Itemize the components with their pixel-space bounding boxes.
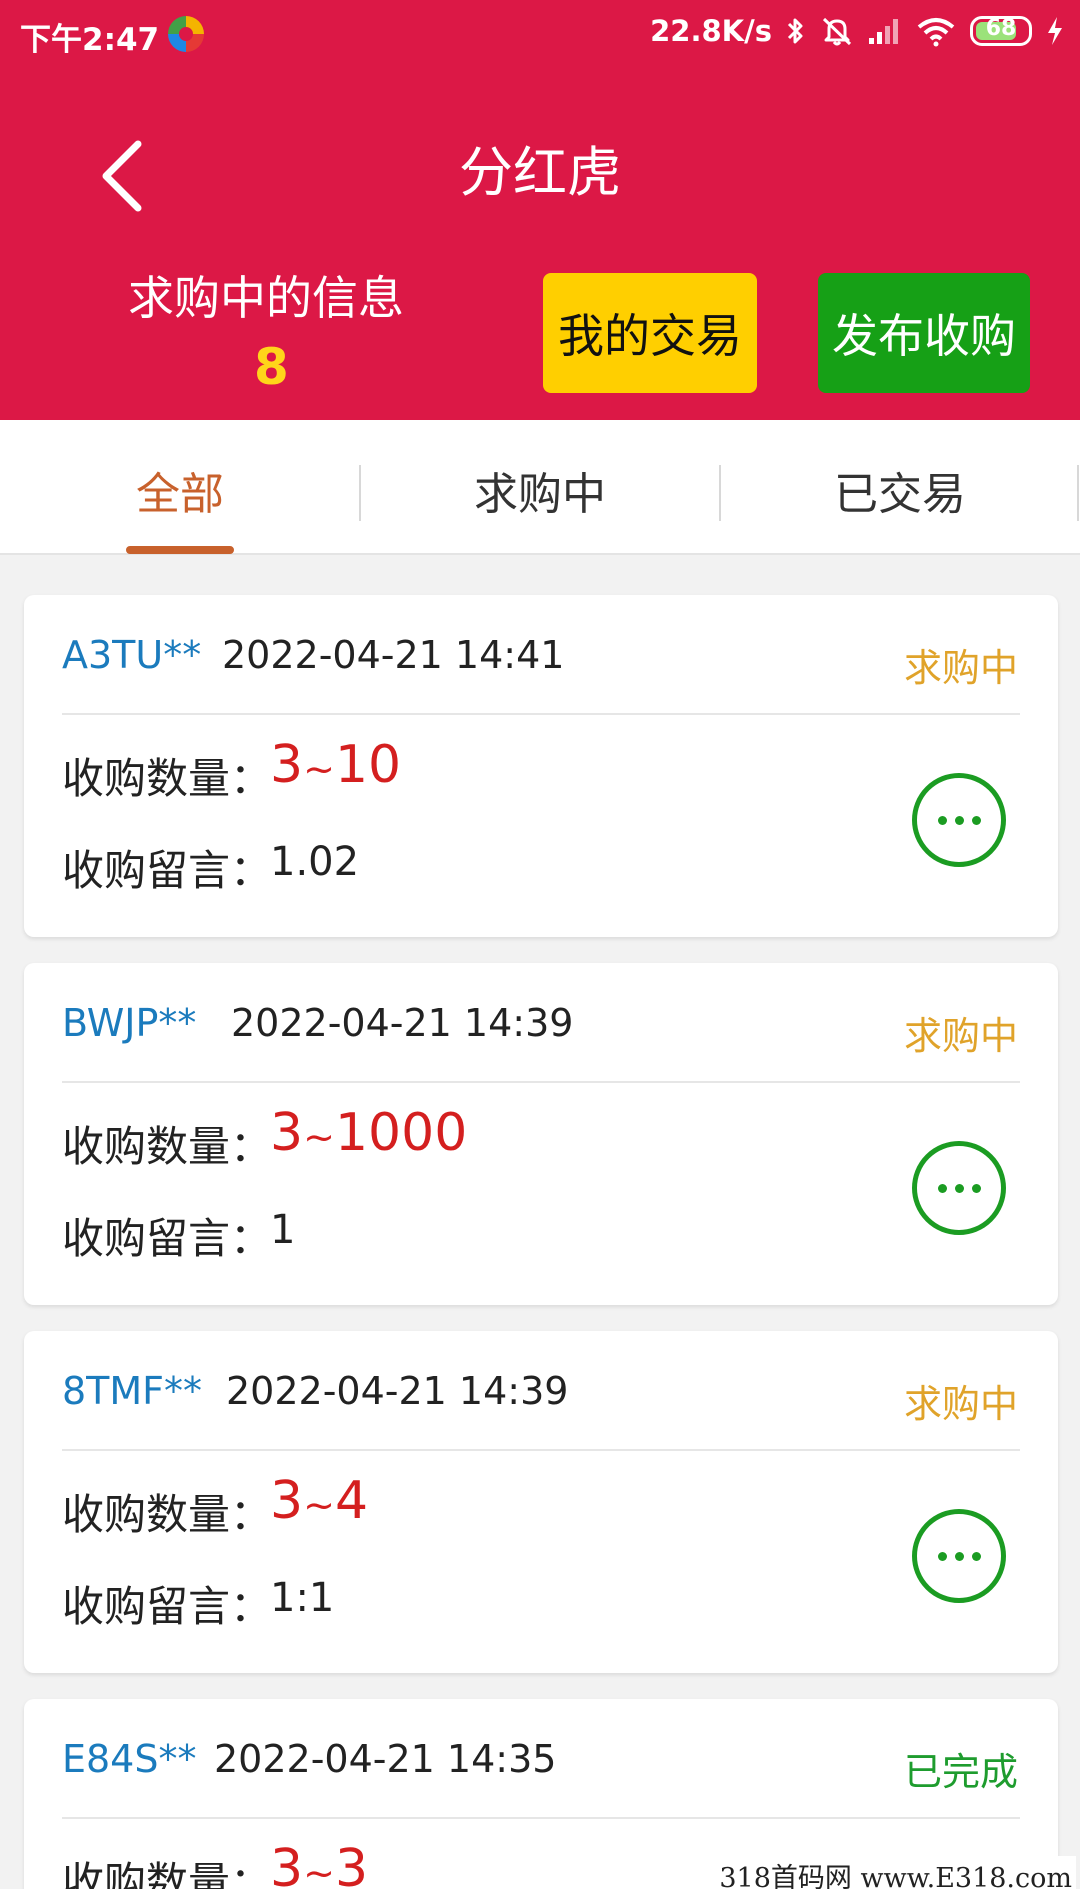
battery-percent: 68 [985,16,1017,41]
network-speed: 22.8K/s [650,14,772,48]
order-username: E84S** [62,1737,197,1781]
order-time: 2022-04-21 14:39 [226,1369,569,1413]
order-username: BWJP** [62,1001,197,1045]
order-status: 求购中 [903,1382,1018,1426]
more-icon-dot [937,1183,947,1193]
quantity-max: 10 [334,735,402,795]
message-value: 1.02 [270,839,360,885]
app-header: 下午2:47 22.8K/s 68 分红虎 求购中的信息 8 我的交易 发布收购 [0,0,1080,420]
order-time: 2022-04-21 14:35 [214,1737,557,1781]
quantity-label: 收购数量： [62,1490,273,1539]
card-divider [62,1081,1020,1083]
tab-traded[interactable]: 已交易 [720,458,1080,522]
wifi-icon [917,18,955,47]
charging-icon [1048,17,1062,45]
order-time: 2022-04-21 14:41 [222,633,565,677]
quantity-max: 4 [334,1471,369,1531]
quantity-max: 1000 [334,1103,468,1163]
status-right-group: 22.8K/s 68 [650,14,1064,48]
more-icon-dot [954,1551,964,1561]
order-time: 2022-04-21 14:39 [231,1001,574,1045]
tab-divider [1077,465,1079,521]
quantity-label: 收购数量： [62,754,273,803]
more-icon-dot [954,1183,964,1193]
site-watermark: 318首码网 www.E318.com [715,1856,1076,1889]
message-label: 收购留言： [62,1582,273,1631]
more-icon-dot [971,1551,981,1561]
quantity-max: 3 [334,1839,369,1889]
quantity-min: 3 [270,735,304,795]
status-time: 下午2:47 [20,22,160,58]
card-divider [62,1449,1020,1451]
my-trades-button[interactable]: 我的交易 [543,273,757,393]
more-icon-dot [937,815,947,825]
order-card[interactable]: BWJP** 2022-04-21 14:39 求购中 收购数量： 3~1000… [24,963,1058,1305]
card-divider [62,1817,1020,1819]
more-options-button[interactable] [912,1141,1006,1235]
status-bar: 下午2:47 22.8K/s 68 [0,0,1080,72]
order-username: 8TMF** [62,1369,203,1413]
quantity-value: 3~10 [270,735,401,795]
app-icon [168,16,204,52]
quantity-separator: ~ [303,747,335,791]
more-options-button[interactable] [912,1509,1006,1603]
more-icon-dot [954,815,964,825]
order-status: 已完成 [903,1750,1018,1794]
quantity-separator: ~ [303,1483,335,1527]
order-status: 求购中 [903,1014,1018,1058]
more-icon-dot [937,1551,947,1561]
pending-info-label: 求购中的信息 [128,271,404,325]
quantity-label: 收购数量： [62,1858,273,1889]
card-divider [62,713,1020,715]
quantity-label: 收购数量： [62,1122,273,1171]
message-label: 收购留言： [62,1214,273,1263]
quantity-separator: ~ [303,1851,335,1889]
order-username: A3TU** [62,633,202,677]
signal-icon [869,19,898,44]
bluetooth-icon [787,18,803,44]
quantity-value: 3~3 [270,1839,368,1889]
more-icon-dot [971,815,981,825]
quantity-value: 3~4 [270,1471,368,1531]
filter-tabs: 全部 求购中 已交易 [0,420,1080,555]
more-options-button[interactable] [912,773,1006,867]
quantity-min: 3 [270,1839,304,1889]
pending-info-count: 8 [254,338,289,396]
message-value: 1 [270,1207,296,1253]
quantity-value: 3~1000 [270,1103,467,1163]
quantity-min: 3 [270,1103,304,1163]
page-title: 分红虎 [459,141,621,204]
active-tab-indicator [126,546,234,554]
message-value: 1:1 [270,1575,335,1621]
message-label: 收购留言： [62,846,273,895]
tab-pending[interactable]: 求购中 [360,458,720,522]
battery-icon: 68 [970,16,1032,46]
quantity-min: 3 [270,1471,304,1531]
order-card[interactable]: 8TMF** 2022-04-21 14:39 求购中 收购数量： 3~4 收购… [24,1331,1058,1673]
order-card[interactable]: A3TU** 2022-04-21 14:41 求购中 收购数量： 3~10 收… [24,595,1058,937]
more-icon-dot [971,1183,981,1193]
mute-icon [822,17,852,46]
quantity-separator: ~ [303,1115,335,1159]
order-status: 求购中 [903,646,1018,690]
tab-all[interactable]: 全部 [0,458,360,522]
publish-purchase-button[interactable]: 发布收购 [818,273,1030,393]
